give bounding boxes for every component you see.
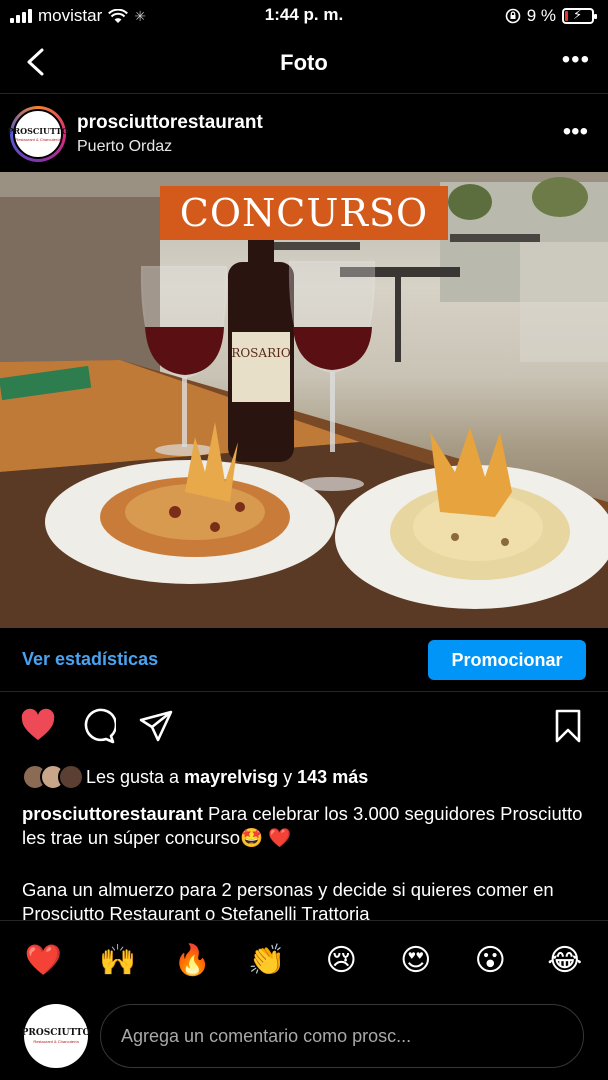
profile-avatar[interactable]: PROSCIUTTO Restaurant & Charcutería xyxy=(7,106,69,162)
rotation-lock-icon xyxy=(505,8,521,24)
more-options-button[interactable]: ••• xyxy=(562,46,590,74)
likes-prefix: Les gusta a xyxy=(86,766,185,787)
battery-fill xyxy=(565,11,568,21)
send-icon xyxy=(139,710,173,742)
likes-count[interactable]: 143 más xyxy=(297,767,368,788)
plant xyxy=(448,184,492,220)
caption-username[interactable]: prosciuttorestaurant xyxy=(22,803,203,824)
quick-reactions-bar: ❤️ 🙌 🔥 👏 😢 😍 😮 😂 xyxy=(0,920,608,1000)
page-title: Foto xyxy=(280,50,328,75)
brick-wall xyxy=(0,172,160,372)
logo-wordmark: PROSCIUTTO xyxy=(7,126,69,136)
logo-subtitle: Restaurant & Charcutería xyxy=(15,137,61,142)
post-username[interactable]: prosciuttorestaurant xyxy=(77,112,263,134)
emoji-fire[interactable]: 🔥 xyxy=(168,943,216,978)
post-caption: prosciuttorestaurant Para celebrar los 3… xyxy=(22,802,592,850)
logo-subtitle: Restaurant & Charcutería xyxy=(33,1039,79,1044)
save-button[interactable] xyxy=(550,708,586,744)
comment-composer: PROSCIUTTO Restaurant & Charcutería xyxy=(0,1000,608,1080)
top-nav: Foto ••• xyxy=(0,32,608,94)
terrace-table xyxy=(450,234,540,242)
bookmark-icon xyxy=(555,709,581,743)
bottle-label-text: ROSARIO xyxy=(231,346,291,360)
heart-icon xyxy=(21,708,55,740)
emoji-clap[interactable]: 👏 xyxy=(243,943,291,978)
charging-icon: ⚡ xyxy=(573,7,583,22)
terrace-table xyxy=(270,242,360,250)
battery-icon: ⚡ xyxy=(562,7,597,24)
more-icon: ••• xyxy=(562,118,588,145)
plant xyxy=(532,177,588,217)
status-right: 9 % ⚡ xyxy=(505,6,597,26)
avatar-logo: PROSCIUTTO Restaurant & Charcutería xyxy=(7,109,69,159)
comment-button[interactable] xyxy=(80,708,118,744)
status-bar: movistar ✳ 1:44 p. m. 9 % ⚡ xyxy=(0,0,608,32)
glass-railing xyxy=(520,242,608,362)
likes-user[interactable]: mayrelvisg xyxy=(184,767,278,788)
emoji-heart-eyes[interactable]: 😍 xyxy=(392,943,440,978)
post-actions xyxy=(0,700,608,754)
post-header: PROSCIUTTO Restaurant & Charcutería pros… xyxy=(0,96,608,172)
table-leg xyxy=(395,277,401,362)
image-banner: CONCURSO xyxy=(160,186,448,240)
post-image-illustration: ROSARIO xyxy=(0,172,608,628)
emoji-raised-hands[interactable]: 🙌 xyxy=(94,943,142,978)
like-button[interactable] xyxy=(20,708,56,744)
bottle-label xyxy=(232,332,290,402)
emoji-heart[interactable]: ❤️ xyxy=(19,943,67,978)
likes-joiner: y xyxy=(278,766,298,787)
more-icon: ••• xyxy=(561,46,590,73)
emoji-surprised[interactable]: 😮 xyxy=(466,943,514,978)
battery-percent: 9 % xyxy=(526,6,556,25)
insights-row: Ver estadísticas Promocionar xyxy=(0,628,608,692)
emoji-laughing[interactable]: 😂 xyxy=(541,943,589,978)
own-avatar: PROSCIUTTO Restaurant & Charcutería xyxy=(21,1004,91,1068)
comment-icon xyxy=(84,708,118,744)
post-more-button[interactable]: ••• xyxy=(563,118,588,146)
view-insights-link[interactable]: Ver estadísticas xyxy=(22,649,158,670)
post-location[interactable]: Puerto Ordaz xyxy=(77,138,172,156)
post-image[interactable]: ROSARIO CONCURSO xyxy=(0,172,608,628)
emoji-crying[interactable]: 😢 xyxy=(317,943,365,978)
likes-summary[interactable]: Les gusta a mayrelvisg y 143 más xyxy=(22,762,368,792)
promote-button[interactable]: Promocionar xyxy=(428,640,586,680)
liker-avatars xyxy=(22,764,84,790)
caption-continuation: Gana un almuerzo para 2 personas y decid… xyxy=(22,879,554,920)
share-button[interactable] xyxy=(138,708,174,744)
avatar xyxy=(58,764,84,790)
comment-input[interactable] xyxy=(100,1004,584,1068)
logo-wordmark: PROSCIUTTO xyxy=(21,1028,91,1038)
